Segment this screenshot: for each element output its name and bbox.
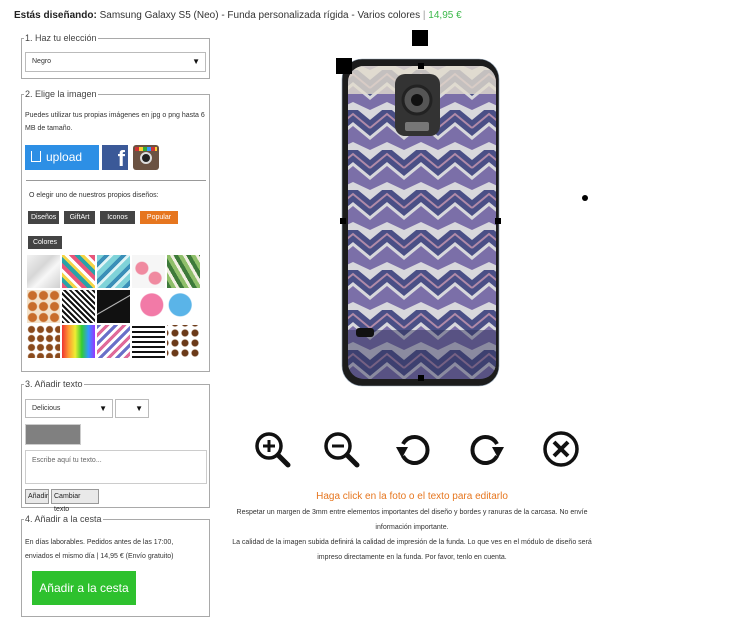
info-line-4: impreso directamente en la funda. Por fa… [317,554,507,561]
tag-iconos[interactable]: Iconos [100,211,135,224]
text-input[interactable]: Escribe aquí tu texto... [25,450,207,484]
design-thumb-marble[interactable] [27,255,60,288]
design-thumb-stripes[interactable] [132,325,165,358]
info-line-1: Respetar un margen de 3mm entre elemento… [236,509,588,516]
cursor-dot [582,195,588,201]
design-thumb-giraffe[interactable] [27,290,60,323]
color-select-value: Negro [32,58,52,65]
design-thumb-pink-heart[interactable] [132,290,165,323]
font-select[interactable]: Delicious ▼ [25,399,113,418]
step2-legend: 2. Elige la imagen [25,89,97,99]
zoom-out-icon [324,432,360,468]
text-color-picker[interactable] [25,424,81,445]
resize-handle[interactable] [336,58,352,74]
change-text-button[interactable]: Cambiar texto [51,489,99,513]
design-thumb-black-marble[interactable] [97,290,130,323]
design-thumb-zigzag[interactable] [62,290,95,323]
step4-legend: 4. Añadir a la cesta [25,514,102,524]
shipping-line-2: enviados el mismo día | 14,95 € (Envío g… [25,553,174,560]
zoom-in-button[interactable] [253,430,291,468]
instagram-icon [140,152,152,164]
design-thumb-chevron[interactable] [97,325,130,358]
color-select[interactable]: Negro ▼ [25,52,206,72]
rotate-right-button[interactable] [468,430,506,468]
edge-handle-top[interactable] [418,63,424,69]
text-input-placeholder: Escribe aquí tu texto... [32,457,102,464]
own-designs-text: O elegir uno de nuestros propios diseños… [29,192,159,199]
info-line-2: información importante. [375,524,449,531]
chevron-down-icon: ▼ [192,57,200,66]
rotate-left-button[interactable] [394,430,432,468]
upload-help: Puedes utilizar tus propias imágenes en … [25,112,205,132]
design-thumb-coffee[interactable] [27,325,60,358]
design-thumb-coffee-2[interactable] [167,325,200,358]
design-header: Estás diseñando: Samsung Galaxy S5 (Neo)… [14,10,462,21]
edge-handle-bottom[interactable] [418,375,424,381]
zoom-out-button[interactable] [322,430,360,468]
remove-icon [543,431,579,467]
info-line-3: La calidad de la imagen subida definirá … [232,539,592,546]
design-thumb-tropical[interactable] [62,255,95,288]
facebook-button[interactable]: f [102,145,128,171]
upload-button[interactable]: upload [25,145,99,170]
add-text-button[interactable]: Añadir [25,489,49,504]
upload-icon [31,151,41,162]
upload-label: upload [46,150,83,164]
rotate-left-icon [396,435,430,465]
header-separator: | [422,10,426,21]
design-thumb-blue-heart[interactable] [167,290,200,323]
rotate-right-icon [470,435,504,465]
tag-colores[interactable]: Colores [28,236,62,249]
product-name: Samsung Galaxy S5 (Neo) - Funda personal… [99,10,421,21]
instagram-stripe [135,147,157,151]
add-to-cart-button[interactable]: Añadir a la cesta [32,571,136,605]
design-thumb-aqua[interactable] [97,255,130,288]
product-price: 14,95 € [428,10,462,21]
step1-legend: 1. Haz tu elección [25,33,97,43]
font-select-value: Delicious [32,405,61,412]
step3-legend: 3. Añadir texto [25,379,83,389]
tag-disenos[interactable]: Diseños [28,211,59,224]
instagram-button[interactable] [133,145,159,170]
divider [26,180,206,181]
edge-handle-left[interactable] [340,218,346,224]
design-thumb-flamingos[interactable] [132,255,165,288]
size-select[interactable]: ▼ [115,399,149,418]
tag-popular[interactable]: Popular [140,211,178,224]
remove-button[interactable] [542,430,580,468]
design-thumb-rainbow[interactable] [62,325,95,358]
shipping-line-1: En días laborables. Pedidos antes de las… [25,539,174,546]
chevron-down-icon: ▼ [99,404,107,413]
edit-hint: Haga click en la foto o el texto para ed… [316,491,508,502]
tag-giftart[interactable]: GiftArt [64,211,95,224]
design-thumb-palm[interactable] [167,255,200,288]
phone-preview[interactable] [336,30,506,390]
chevron-down-icon: ▼ [135,404,143,413]
facebook-icon: f [117,146,125,171]
edge-handle-right[interactable] [495,218,501,224]
header-label: Estás diseñando: [14,10,97,21]
rotate-handle[interactable] [412,30,428,46]
phone-case-image[interactable] [336,30,506,390]
zoom-in-icon [255,432,291,468]
